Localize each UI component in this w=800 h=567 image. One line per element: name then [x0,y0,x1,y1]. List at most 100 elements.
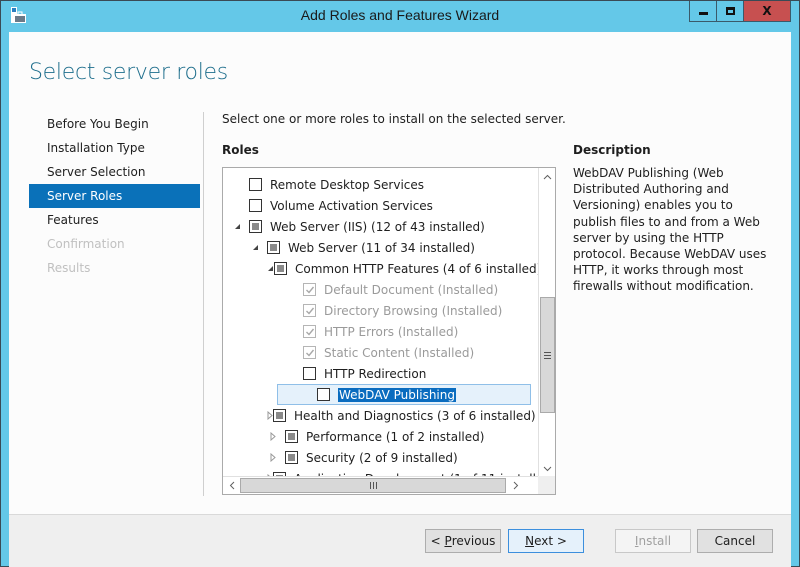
role-label: Web Server (IIS) (12 of 43 installed) [270,219,485,234]
vertical-scrollbar[interactable] [538,168,555,477]
collapsed-arrow-icon[interactable] [267,447,279,468]
role-row[interactable]: Default Document (Installed) [223,279,531,300]
minimize-button[interactable] [690,1,717,21]
previous-button[interactable]: < Previous [425,529,501,553]
role-row[interactable]: Volume Activation Services [223,195,531,216]
role-row[interactable]: Performance (1 of 2 installed) [223,426,531,447]
role-label: Default Document (Installed) [324,282,499,297]
next-mnemonic: N [525,534,535,548]
caption-buttons: X [689,1,791,22]
previous-prefix: < [430,534,445,548]
role-checkbox[interactable] [249,178,262,191]
nav-step-server-selection[interactable]: Server Selection [29,160,200,184]
horizontal-scrollbar[interactable] [223,476,538,494]
role-checkbox[interactable] [267,241,280,254]
role-row[interactable]: Common HTTP Features (4 of 6 installed) [223,258,541,279]
horizontal-scroll-thumb[interactable] [240,478,506,493]
role-checkbox [303,325,316,338]
role-label: Volume Activation Services [270,198,433,213]
next-rest: ext > [534,534,567,548]
chevron-up-icon [543,174,552,179]
role-checkbox[interactable] [249,220,262,233]
next-button[interactable]: Next > [508,529,584,553]
role-label: Common HTTP Features (4 of 6 installed) [295,261,542,276]
vertical-scroll-thumb[interactable] [540,297,555,413]
role-checkbox[interactable] [285,451,298,464]
role-row[interactable]: Directory Browsing (Installed) [223,300,531,321]
close-button[interactable]: X [744,1,790,21]
role-label: Health and Diagnostics (3 of 6 installed… [294,408,536,423]
role-row[interactable]: HTTP Errors (Installed) [223,321,531,342]
wizard-content: Select server roles Before You Begin Inst… [9,32,791,514]
role-label: Security (2 of 9 installed) [306,450,458,465]
description-heading: Description [573,143,651,157]
roles-tree[interactable]: Remote Desktop Services Volume Activation… [222,167,556,495]
role-checkbox[interactable] [273,409,286,422]
previous-rest: revious [451,534,496,548]
role-checkbox [303,346,316,359]
role-row[interactable]: Remote Desktop Services [223,174,531,195]
expanded-arrow-icon[interactable] [249,237,261,258]
scroll-down-button[interactable] [539,460,555,477]
collapsed-arrow-icon[interactable] [267,426,279,447]
scroll-left-button[interactable] [223,477,240,494]
install-button[interactable]: Install [615,529,691,553]
expanded-arrow-icon[interactable] [267,258,274,279]
nav-step-before-you-begin[interactable]: Before You Begin [29,112,200,136]
title-bar[interactable]: Add Roles and Features Wizard X [1,1,799,31]
scroll-right-button[interactable] [507,477,524,494]
maximize-icon [725,7,735,15]
role-label: Web Server (11 of 34 installed) [288,240,475,255]
description-text: WebDAV Publishing (Web Distributed Autho… [573,166,767,294]
chevron-left-icon [229,481,234,490]
expanded-arrow-icon[interactable] [231,216,243,237]
nav-step-server-roles[interactable]: Server Roles [29,184,200,208]
role-row[interactable]: Health and Diagnostics (3 of 6 installed… [223,405,536,426]
role-row[interactable]: Web Server (11 of 34 installed) [223,237,531,258]
role-row[interactable]: Web Server (IIS) (12 of 43 installed) [223,216,531,237]
check-icon [306,307,315,315]
check-icon [306,328,315,336]
chevron-down-icon [543,466,552,471]
cancel-button[interactable]: Cancel [697,529,773,553]
role-label: Directory Browsing (Installed) [324,303,503,318]
window-title: Add Roles and Features Wizard [300,7,500,23]
wizard-window: Add Roles and Features Wizard X Select s… [0,0,800,567]
role-checkbox[interactable] [274,262,287,275]
maximize-button[interactable] [717,1,744,21]
page-title: Select server roles [29,60,228,85]
nav-step-results: Results [47,261,91,275]
install-rest: nstall [638,534,672,548]
instruction-text: Select one or more roles to install on t… [222,112,566,126]
wizard-footer: < Previous Next > Install Cancel [9,514,791,567]
role-checkbox[interactable] [303,367,316,380]
grip-icon [544,351,551,359]
role-checkbox[interactable] [249,199,262,212]
roles-heading: Roles [222,143,259,157]
role-row[interactable]: HTTP Redirection [223,363,531,384]
role-label: HTTP Redirection [324,366,427,381]
nav-step-installation-type[interactable]: Installation Type [29,136,200,160]
roles-tree-rows: Remote Desktop Services Volume Activation… [223,174,555,489]
check-icon [306,349,315,357]
scroll-up-button[interactable] [539,168,555,185]
role-row[interactable]: Static Content (Installed) [223,342,531,363]
grip-icon [369,482,377,489]
role-checkbox[interactable] [285,430,298,443]
role-row[interactable]: Security (2 of 9 installed) [223,447,531,468]
role-label: WebDAV Publishing [338,387,456,402]
scrollbar-corner [538,476,555,494]
role-checkbox[interactable] [317,388,330,401]
role-row[interactable]: WebDAV Publishing [277,384,531,405]
nav-step-features[interactable]: Features [29,208,200,232]
role-checkbox [303,304,316,317]
nav-divider [203,112,204,496]
close-icon: X [762,4,772,18]
